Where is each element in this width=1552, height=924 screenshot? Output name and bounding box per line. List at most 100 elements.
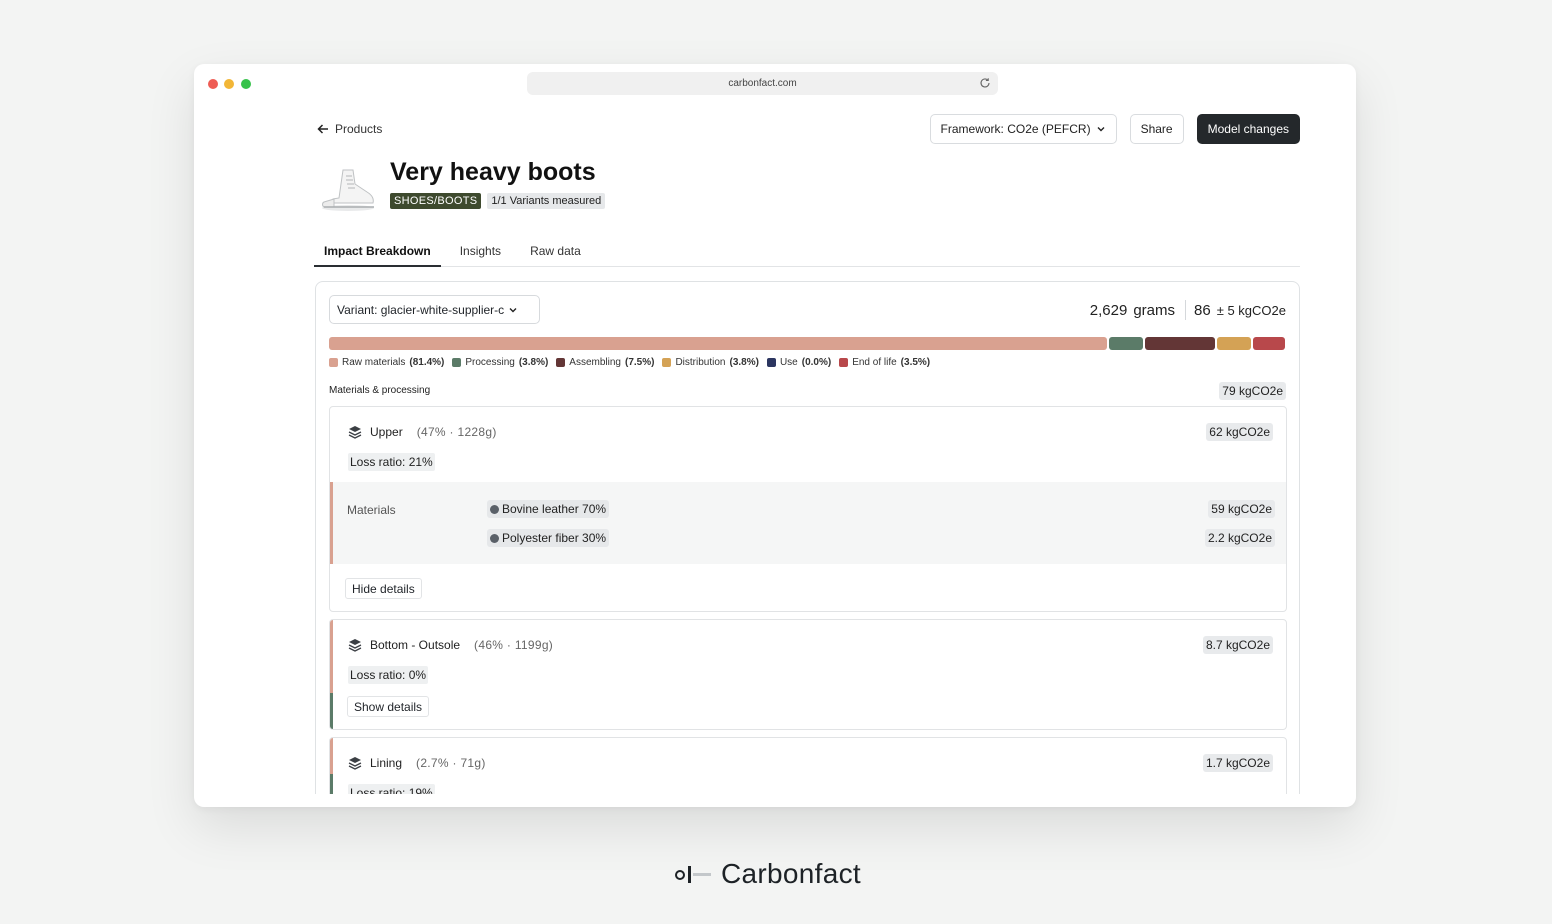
component-total-badge: 8.7 kgCO2e bbox=[1202, 636, 1273, 654]
browser-window: carbonfact.com Products Framework: CO2e … bbox=[194, 64, 1356, 807]
legend-percent: (81.4%) bbox=[409, 357, 445, 368]
component-header: Upper (47% · 1228g) bbox=[348, 425, 497, 439]
layers-icon bbox=[348, 639, 362, 652]
impact-bar-segment-end-of-life[interactable] bbox=[1253, 337, 1285, 350]
materials-label: Materials bbox=[347, 503, 396, 517]
legend-percent: (0.0%) bbox=[801, 357, 832, 368]
legend-label: Use bbox=[779, 357, 798, 368]
material-icon bbox=[490, 504, 499, 514]
component-accent-processing bbox=[330, 774, 333, 794]
material-icon bbox=[490, 533, 499, 543]
component-name: Bottom - Outsole bbox=[370, 638, 461, 652]
component-accent-processing bbox=[330, 693, 333, 729]
product-tags: SHOES/BOOTS 1/1 Variants measured bbox=[390, 193, 606, 209]
impact-bar-segment-distribution[interactable] bbox=[1217, 337, 1252, 350]
framework-select[interactable]: Framework: CO2e (PEFCR) bbox=[929, 114, 1117, 144]
totals-divider bbox=[1185, 300, 1187, 320]
arrow-left-icon bbox=[317, 124, 328, 134]
chevron-down-icon bbox=[1097, 127, 1105, 132]
legend-label: Processing bbox=[465, 357, 515, 368]
component-header: Lining (2.7% · 71g) bbox=[348, 756, 486, 770]
framework-label: Framework: CO2e (PEFCR) bbox=[940, 122, 1091, 136]
legend-swatch bbox=[329, 358, 338, 367]
tab-impact-breakdown[interactable]: Impact Breakdown bbox=[314, 232, 441, 267]
legend-swatch bbox=[556, 358, 566, 367]
material-value-badge: 59 kgCO2e bbox=[1208, 500, 1275, 518]
url-text: carbonfact.com bbox=[728, 78, 797, 89]
component-name: Upper bbox=[370, 425, 403, 439]
material-name: Bovine leather 70% bbox=[502, 502, 607, 516]
material-value-badge: 2.2 kgCO2e bbox=[1204, 529, 1275, 547]
material-chip[interactable]: Bovine leather 70% bbox=[487, 500, 610, 518]
legend-item: Distribution (3.8%) bbox=[662, 357, 759, 368]
component-total: 62 kgCO2e bbox=[1206, 423, 1273, 441]
component-total-badge: 62 kgCO2e bbox=[1206, 423, 1273, 441]
brand-footer: Carbonfact bbox=[675, 858, 861, 890]
component-accent-raw-materials bbox=[330, 620, 333, 693]
legend-label: Raw materials bbox=[342, 357, 406, 368]
chevron-down-icon bbox=[509, 307, 517, 312]
layers-icon bbox=[348, 426, 362, 439]
legend-swatch bbox=[452, 358, 462, 367]
legend-item: Assembling (7.5%) bbox=[556, 357, 654, 368]
component-meta: (46% · 1199g) bbox=[474, 638, 554, 652]
legend-swatch bbox=[662, 358, 672, 367]
tab-raw-data[interactable]: Raw data bbox=[520, 232, 591, 267]
weight-unit: grams bbox=[1133, 301, 1176, 319]
component-name: Lining bbox=[370, 756, 403, 770]
impact-uncertainty: ± 5 kgCO2e bbox=[1216, 302, 1286, 318]
component-accent-raw-materials bbox=[330, 738, 333, 774]
weight-value: 2,629 bbox=[1089, 301, 1128, 319]
model-changes-button[interactable]: Model changes bbox=[1196, 114, 1300, 144]
close-window-button[interactable] bbox=[208, 79, 218, 89]
hide-details-button[interactable]: Hide details bbox=[345, 578, 422, 599]
show-details-button[interactable]: Show details bbox=[347, 696, 430, 717]
legend-percent: (3.5%) bbox=[900, 357, 931, 368]
address-bar[interactable]: carbonfact.com bbox=[527, 72, 998, 95]
tab-insights[interactable]: Insights bbox=[450, 232, 511, 267]
section-total-badge: 79 kgCO2e bbox=[1219, 382, 1286, 400]
section-total: 79 kgCO2e bbox=[1219, 382, 1286, 400]
material-name: Polyester fiber 30% bbox=[502, 531, 607, 545]
page-content: Products Framework: CO2e (PEFCR) Share M… bbox=[314, 114, 1300, 794]
maximize-window-button[interactable] bbox=[241, 79, 251, 89]
legend-percent: (3.8%) bbox=[518, 357, 549, 368]
legend-item: Raw materials (81.4%) bbox=[329, 357, 444, 368]
component-header: Bottom - Outsole (46% · 1199g) bbox=[348, 638, 553, 652]
legend-item: Processing (3.8%) bbox=[452, 357, 548, 368]
legend-item: End of life (3.5%) bbox=[839, 357, 930, 368]
material-chip[interactable]: Polyester fiber 30% bbox=[487, 529, 610, 547]
legend-label: Assembling bbox=[569, 357, 621, 368]
section-label: Materials & processing bbox=[329, 385, 431, 396]
variant-label: Variant: glacier-white-supplier-c bbox=[337, 302, 505, 317]
component-total-badge: 1.7 kgCO2e bbox=[1202, 754, 1273, 772]
back-label: Products bbox=[335, 122, 383, 136]
loss-ratio: Loss ratio: 19% bbox=[348, 784, 435, 794]
material-value: 2.2 kgCO2e bbox=[1204, 529, 1275, 547]
impact-bar-segment-assembling[interactable] bbox=[1145, 337, 1216, 350]
material-value: 59 kgCO2e bbox=[1208, 500, 1275, 518]
browser-titlebar: carbonfact.com bbox=[194, 64, 1356, 104]
legend-percent: (7.5%) bbox=[625, 357, 655, 368]
back-to-products-link[interactable]: Products bbox=[316, 122, 382, 136]
component-card-lining: Lining (2.7% · 71g) 1.7 kgCO2e Loss rati… bbox=[329, 737, 1287, 794]
variants-tag: 1/1 Variants measured bbox=[487, 193, 606, 209]
materials-panel: Materials Bovine leather 70% 59 kgCO2e P… bbox=[330, 482, 1286, 564]
share-button[interactable]: Share bbox=[1129, 114, 1184, 144]
impact-bar-segment-raw-materials[interactable] bbox=[329, 337, 1107, 350]
category-tag: SHOES/BOOTS bbox=[390, 193, 482, 209]
impact-card: Variant: glacier-white-supplier-c 2,629 … bbox=[315, 281, 1300, 794]
impact-legend: Raw materials (81.4%) Processing (3.8%) Asse… bbox=[329, 357, 930, 368]
impact-value: 86 bbox=[1194, 301, 1211, 319]
brand-name: Carbonfact bbox=[721, 858, 861, 889]
tab-bar: Impact Breakdown Insights Raw data bbox=[314, 232, 1300, 267]
impact-breakdown-bar bbox=[329, 337, 1287, 350]
component-card-upper: Upper (47% · 1228g) 62 kgCO2e Loss ratio… bbox=[329, 406, 1287, 612]
legend-swatch bbox=[839, 358, 849, 367]
page-title: Very heavy boots bbox=[390, 158, 596, 186]
impact-bar-segment-processing[interactable] bbox=[1108, 337, 1144, 350]
component-card-bottom-outsole: Bottom - Outsole (46% · 1199g) 8.7 kgCO2… bbox=[329, 619, 1287, 730]
variant-select[interactable]: Variant: glacier-white-supplier-c bbox=[329, 295, 540, 324]
minimize-window-button[interactable] bbox=[224, 79, 234, 89]
reload-icon[interactable] bbox=[978, 76, 992, 90]
